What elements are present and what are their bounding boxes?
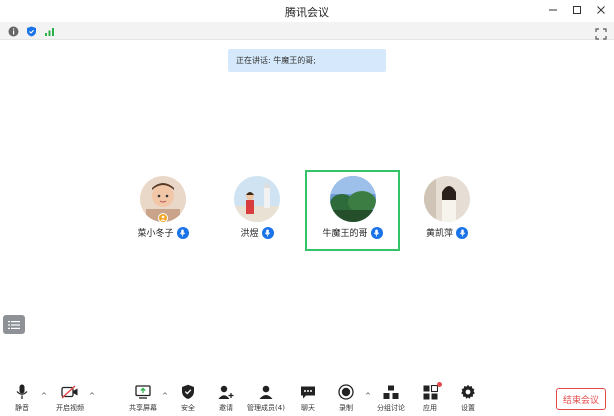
participant-name: 黄凯萍 — [425, 229, 453, 239]
mute-button[interactable]: 静音 — [2, 384, 42, 414]
window-controls — [546, 3, 608, 17]
screen-share-icon — [134, 384, 152, 400]
apps-icon — [421, 382, 442, 400]
record-icon — [337, 384, 355, 400]
add-user-icon — [217, 384, 235, 400]
manage-participants-button[interactable]: 管理成员(4) — [246, 384, 286, 414]
breakout-icon — [382, 384, 400, 400]
title-bar: 腾讯会议 — [0, 0, 614, 22]
invite-button[interactable]: 邀请 — [206, 384, 246, 414]
signal-icon[interactable] — [43, 25, 55, 37]
microphone-icon — [176, 226, 189, 239]
avatar — [424, 176, 470, 222]
participant-tile[interactable]: 黄凯萍 — [400, 172, 494, 252]
speaking-banner-text: 正在讲话: 牛魔王的哥; — [236, 56, 316, 65]
microphone-icon — [261, 226, 274, 239]
participant-name: 菜小冬子 — [137, 229, 174, 239]
avatar — [329, 176, 376, 222]
end-meeting-button[interactable]: 结束会议 — [556, 388, 606, 410]
avatar — [234, 176, 280, 222]
video-off-icon — [61, 384, 79, 400]
chat-button[interactable]: 聊天 — [288, 384, 328, 414]
speaking-banner: 正在讲话: 牛魔王的哥; — [228, 49, 386, 72]
shield-icon — [179, 384, 197, 400]
record-button[interactable]: 录制 — [326, 384, 366, 414]
chat-icon — [299, 384, 317, 400]
microphone-icon — [13, 384, 31, 400]
participant-name: 牛魔王的哥 — [322, 229, 368, 239]
record-options-caret[interactable]: ^ — [365, 392, 371, 400]
share-options-caret[interactable]: ^ — [162, 392, 168, 400]
notification-dot — [437, 382, 442, 387]
settings-button[interactable]: 设置 — [448, 384, 488, 414]
security-button[interactable]: 安全 — [168, 384, 208, 414]
window-title: 腾讯会议 — [285, 6, 329, 19]
share-screen-button[interactable]: 共享屏幕 — [123, 384, 163, 414]
video-options-caret[interactable]: ^ — [89, 392, 95, 400]
list-icon — [8, 320, 20, 329]
participant-tile-active[interactable]: 牛魔王的哥 — [305, 170, 400, 251]
close-icon[interactable] — [594, 3, 608, 17]
microphone-icon — [370, 226, 383, 239]
apps-button[interactable]: 应用 — [410, 382, 450, 414]
gear-icon — [459, 384, 477, 400]
participant-tile[interactable]: 菜小冬子 — [116, 172, 210, 252]
participant-tile[interactable]: 洪煜 — [210, 172, 304, 252]
maximize-icon[interactable] — [570, 3, 584, 17]
breakout-rooms-button[interactable]: 分组讨论 — [371, 384, 411, 414]
member-list-toggle-button[interactable] — [3, 315, 25, 334]
minimize-icon[interactable] — [546, 3, 560, 17]
status-strip — [0, 22, 614, 40]
participants-icon — [257, 384, 275, 400]
shield-icon[interactable] — [25, 25, 37, 37]
participant-name: 洪煜 — [240, 229, 259, 239]
mute-options-caret[interactable]: ^ — [41, 392, 47, 400]
host-badge-icon — [158, 213, 168, 223]
microphone-icon — [456, 226, 468, 239]
fullscreen-icon[interactable] — [595, 25, 607, 40]
start-video-button[interactable]: 开启视频 — [50, 384, 90, 414]
meeting-toolbar: 静音 ^ 开启视频 ^ 共享屏幕 ^ 安全 邀请 管理成员(4) 聊天 录制 ^… — [0, 380, 614, 416]
info-icon[interactable] — [7, 25, 19, 37]
